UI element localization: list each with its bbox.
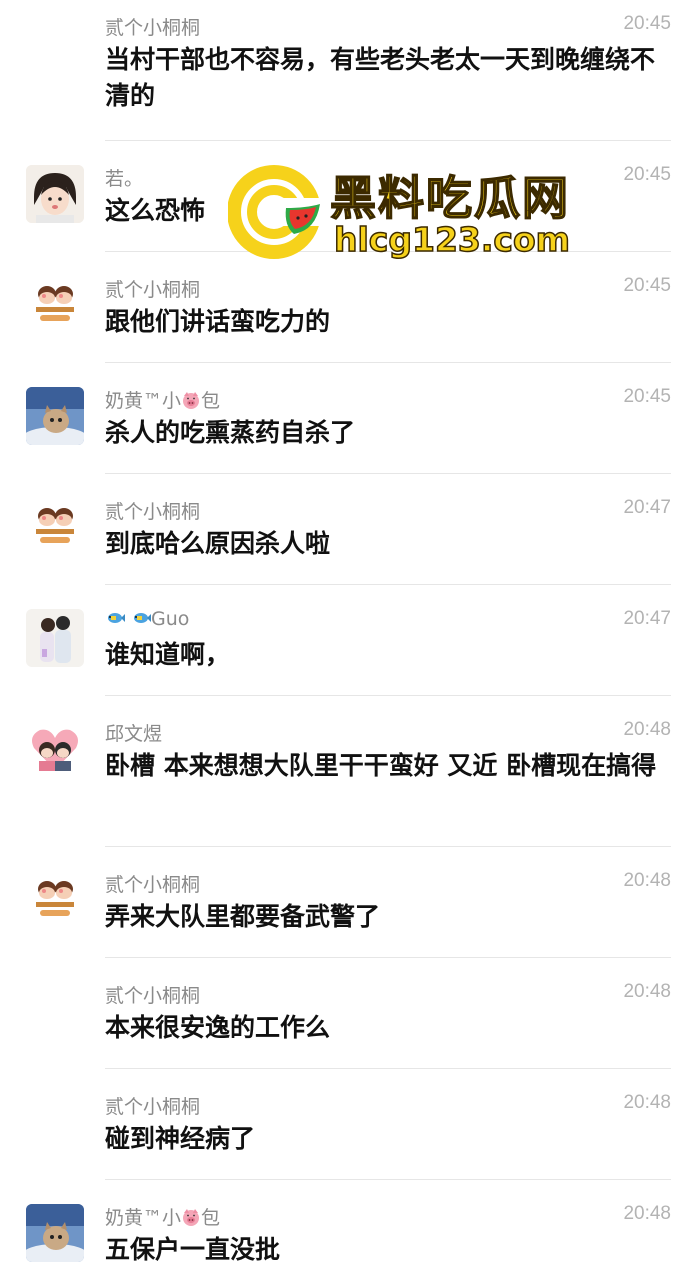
pig-emoji-icon: [183, 1209, 200, 1226]
fish-emoji-icon: [108, 613, 125, 623]
message-time: 20:48: [623, 1203, 671, 1224]
divider: [105, 362, 671, 363]
divider: [105, 957, 671, 958]
message-time: 20:47: [623, 497, 671, 518]
message-text[interactable]: 弄来大队里都要备武警了: [105, 899, 670, 935]
message-time: 20:45: [623, 164, 671, 185]
divider: [105, 846, 671, 847]
message-text[interactable]: 杀人的吃熏蒸药自杀了: [105, 415, 670, 451]
girl-avatar[interactable]: [26, 165, 84, 223]
sender-name[interactable]: 贰个小桐桐: [105, 1092, 200, 1119]
sender-name[interactable]: 贰个小桐桐: [105, 497, 200, 524]
sender-name[interactable]: 邱文煜: [105, 719, 162, 746]
message-time: 20:48: [623, 1092, 671, 1113]
couple-photo-avatar[interactable]: [26, 609, 84, 667]
divider: [105, 140, 671, 141]
sender-name[interactable]: 贰个小桐桐: [105, 981, 200, 1008]
sender-name[interactable]: 贰个小桐桐: [105, 275, 200, 302]
message-text[interactable]: 这么恐怖: [105, 193, 670, 229]
message-time: 20:48: [623, 870, 671, 891]
divider: [105, 251, 671, 252]
divider: [105, 473, 671, 474]
message-text[interactable]: 碰到神经病了: [105, 1121, 670, 1157]
sender-name[interactable]: 贰个小桐桐: [105, 870, 200, 897]
fish-emoji-icon: [134, 613, 152, 623]
sender-name[interactable]: 若。: [105, 164, 143, 191]
message-time: 20:45: [623, 13, 671, 34]
message-time: 20:48: [623, 981, 671, 1002]
divider: [105, 1179, 671, 1180]
message-text[interactable]: 卧槽 本来想想大队里干干蛮好 又近 卧槽现在搞得: [105, 748, 670, 784]
pig-emoji-icon: [183, 392, 200, 409]
message-text[interactable]: 本来很安逸的工作么: [105, 1010, 670, 1046]
message-time: 20:45: [623, 386, 671, 407]
sender-name[interactable]: 奶黄™小包: [105, 386, 220, 413]
message-text[interactable]: 五保户一直没批: [105, 1232, 670, 1268]
message-text[interactable]: 当村干部也不容易，有些老头老太一天到晚缠绕不清的: [105, 42, 670, 114]
message-time: 20:45: [623, 275, 671, 296]
sender-name[interactable]: 贰个小桐桐: [105, 13, 200, 40]
cartoon-couple-avatar[interactable]: [26, 498, 84, 556]
cat-avatar[interactable]: [26, 387, 84, 445]
sender-name[interactable]: 奶黄™小包: [105, 1203, 220, 1230]
divider: [105, 1068, 671, 1069]
divider: [105, 695, 671, 696]
message-text[interactable]: 谁知道啊，: [105, 637, 670, 673]
cat-avatar[interactable]: [26, 1204, 84, 1262]
message-text[interactable]: 跟他们讲话蛮吃力的: [105, 304, 670, 340]
message-time: 20:47: [623, 608, 671, 629]
message-time: 20:48: [623, 719, 671, 740]
cartoon-couple-avatar[interactable]: [26, 871, 84, 929]
heart-couple-avatar[interactable]: [26, 720, 84, 778]
divider: [105, 584, 671, 585]
sender-name[interactable]: Guo: [105, 608, 189, 630]
cartoon-couple-avatar[interactable]: [26, 276, 84, 334]
message-text[interactable]: 到底哈么原因杀人啦: [105, 526, 670, 562]
